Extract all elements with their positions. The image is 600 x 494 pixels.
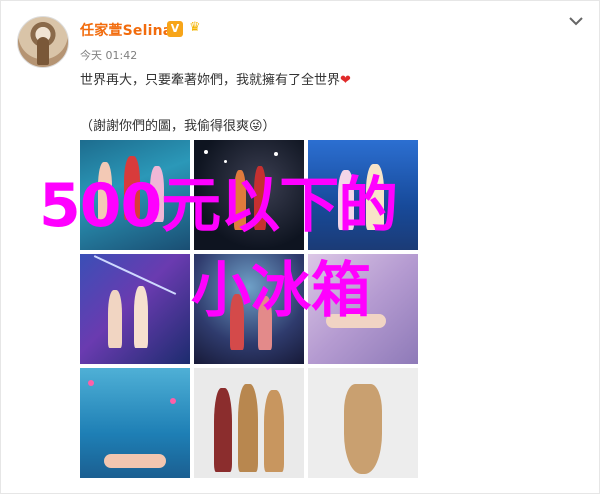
author-avatar[interactable] [17,16,69,68]
crown-icon: ♛ [189,20,201,35]
overlay-caption-line2: 小冰箱 [191,256,371,326]
overlay-caption-line1: 500元以下的 [39,171,398,241]
stage-photo-7[interactable] [80,368,190,478]
studio-photo-9[interactable] [308,368,418,478]
chevron-down-icon[interactable] [567,14,585,28]
studio-photo-8[interactable] [194,368,304,478]
avatar-figure [37,37,49,65]
post-text-line2: （謝謝你們的圖，我偷得很爽😜） [80,119,276,134]
author-name[interactable]: 任家萱Selina [80,20,172,40]
post-text-line1: 世界再大，只要牽著妳們，我就擁有了全世界❤ [80,69,351,88]
vip-badge-icon: V [167,21,183,37]
stage-photo-4[interactable] [80,254,190,364]
post-text: 世界再大，只要牽著妳們，我就擁有了全世界 [80,73,341,88]
post-timestamp[interactable]: 今天 01:42 [80,47,137,63]
weibo-post-card: 任家萱Selina V ♛ 今天 01:42 世界再大，只要牽著妳們，我就擁有了… [0,0,600,494]
heart-emoji: ❤ [340,73,351,88]
